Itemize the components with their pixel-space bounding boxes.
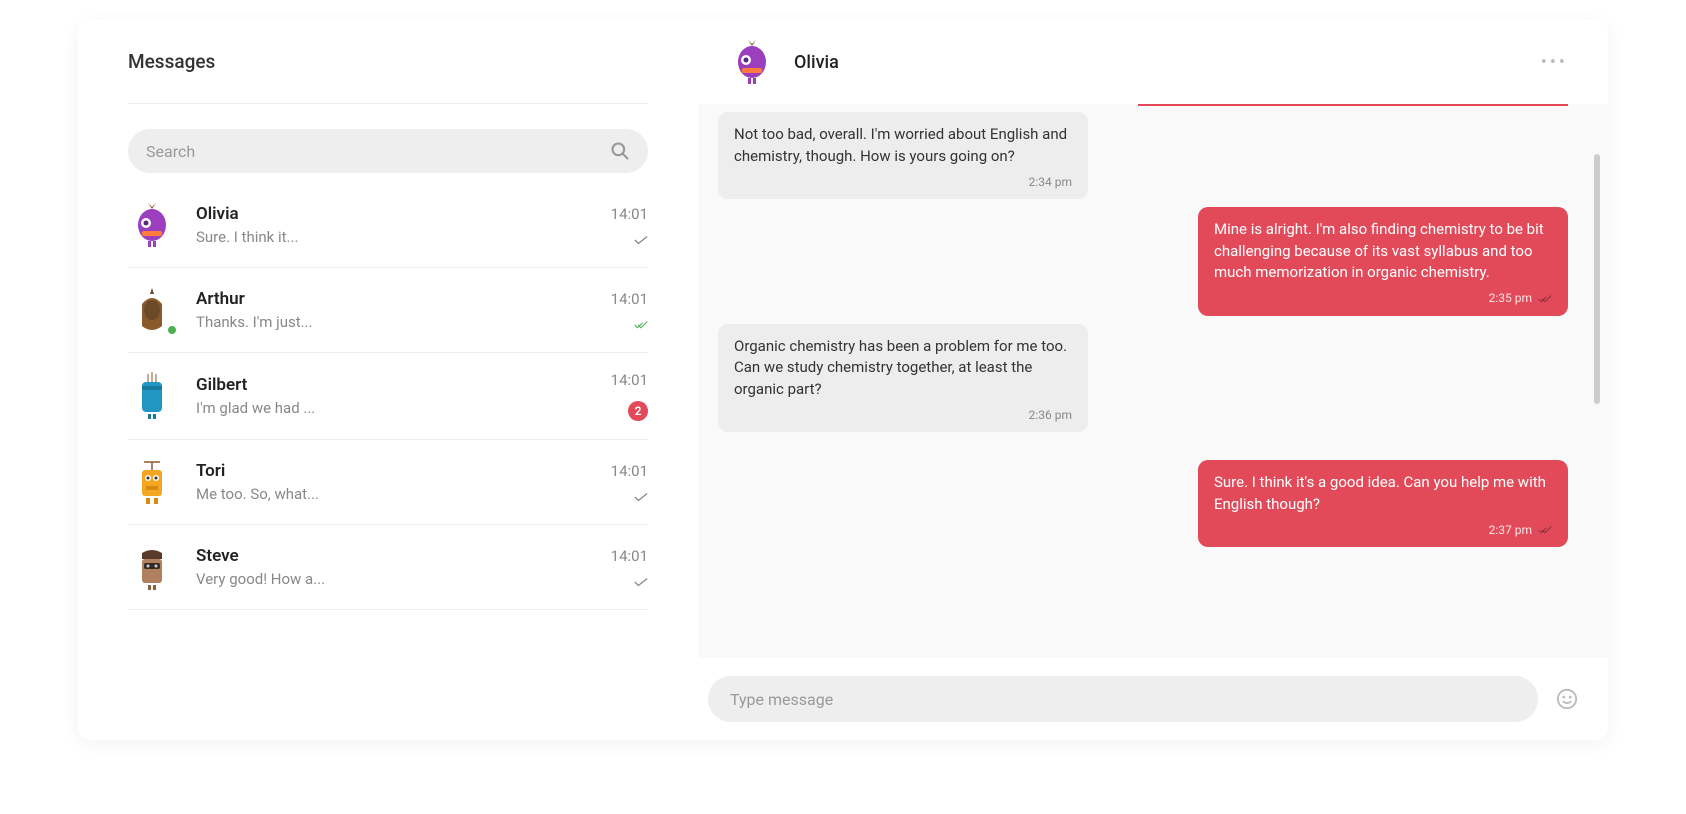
search-box[interactable] [128,129,648,173]
contact-time: 14:01 [611,290,648,308]
message-out: Sure. I think it's a good idea. Can you … [1198,460,1568,547]
contact-name: Gilbert [196,375,611,395]
online-dot [166,324,178,336]
message-text: Organic chemistry has been a problem for… [734,336,1072,401]
message-text: Not too bad, overall. I'm worried about … [734,124,1072,168]
chat-panel: Olivia ••• Not too bad, overall. I'm wor… [698,20,1608,740]
more-icon[interactable]: ••• [1541,52,1578,73]
message-text: Mine is alright. I'm also finding chemis… [1214,219,1552,284]
contact-time: 14:01 [611,371,648,389]
contact-preview: Thanks. I'm just... [196,313,611,331]
contact-preview: Very good! How a... [196,570,611,588]
message-time: 2:34 pm [734,174,1072,191]
emoji-icon[interactable] [1556,688,1578,710]
check-icon [634,492,648,502]
search-input[interactable] [146,142,610,161]
contact-meta: 14:01 [611,462,648,502]
double-check-icon [1538,294,1552,304]
message-in: Organic chemistry has been a problem for… [718,324,1088,433]
contact-item-olivia[interactable]: Olivia Sure. I think it... 14:01 [128,183,648,268]
avatar [128,201,176,249]
message-time: 2:35 pm [1214,290,1552,307]
double-check-icon [634,320,648,330]
contact-info: Olivia Sure. I think it... [196,204,611,246]
message-input[interactable] [708,676,1538,722]
message-time: 2:37 pm [1214,522,1552,539]
avatar [128,286,176,334]
scrollbar[interactable] [1594,154,1600,404]
app-container: Messages Olivia Sure. I think it... 14:0… [78,20,1608,740]
sidebar: Messages Olivia Sure. I think it... 14:0… [78,20,698,740]
message-text: Sure. I think it's a good idea. Can you … [1214,472,1552,516]
new-message-divider [1138,104,1568,106]
contact-time: 14:01 [611,547,648,565]
check-icon [634,577,648,587]
contact-meta: 14:01 [611,290,648,330]
chat-header-name: Olivia [794,52,1541,73]
contact-info: Arthur Thanks. I'm just... [196,289,611,331]
contact-meta: 14:01 [611,547,648,587]
contact-info: Gilbert I'm glad we had ... [196,375,611,417]
contact-meta: 14:01 2 [611,371,648,421]
contact-item-steve[interactable]: Steve Very good! How a... 14:01 [128,525,648,610]
contact-item-tori[interactable]: Tori Me too. So, what... 14:01 [128,440,648,525]
contact-preview: I'm glad we had ... [196,399,611,417]
contact-preview: Sure. I think it... [196,228,611,246]
message-time: 2:36 pm [734,407,1072,424]
message-input-row [698,658,1608,740]
double-check-icon [1538,525,1552,535]
contact-time: 14:01 [611,462,648,480]
contact-name: Arthur [196,289,611,309]
avatar [128,458,176,506]
contact-item-arthur[interactable]: Arthur Thanks. I'm just... 14:01 [128,268,648,353]
search-icon [610,141,630,161]
contact-meta: 14:01 [611,205,648,245]
message-in: Not too bad, overall. I'm worried about … [718,112,1088,199]
contact-name: Steve [196,546,611,566]
contact-name: Tori [196,461,611,481]
avatar [128,372,176,420]
contact-preview: Me too. So, what... [196,485,611,503]
contact-time: 14:01 [611,205,648,223]
contact-name: Olivia [196,204,611,224]
messages-area[interactable]: Not too bad, overall. I'm worried about … [698,104,1608,658]
chat-header-avatar [728,38,776,86]
message-out: Mine is alright. I'm also finding chemis… [1198,207,1568,316]
chat-header: Olivia ••• [698,20,1608,104]
check-icon [634,235,648,245]
contact-info: Steve Very good! How a... [196,546,611,588]
contact-info: Tori Me too. So, what... [196,461,611,503]
unread-badge: 2 [628,401,648,421]
avatar [128,543,176,591]
contacts-list: Olivia Sure. I think it... 14:01 Arthur … [128,183,648,740]
sidebar-title: Messages [128,50,648,104]
contact-item-gilbert[interactable]: Gilbert I'm glad we had ... 14:01 2 [128,353,648,440]
